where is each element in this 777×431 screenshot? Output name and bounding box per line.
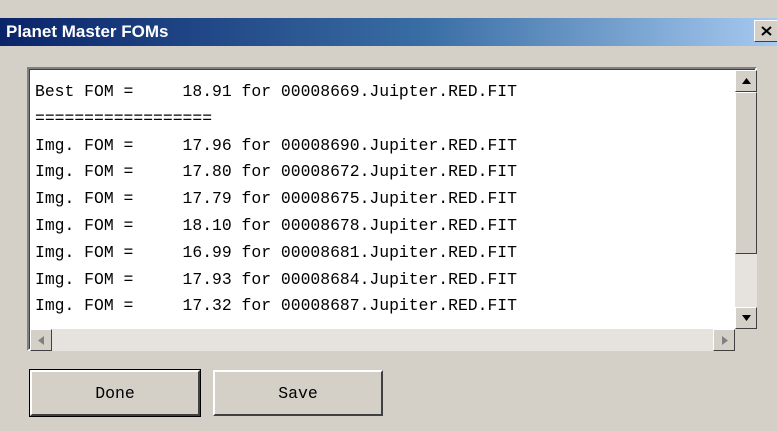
list-item[interactable]: Img. FOM = 17.93 for 00008684.Jupiter.RE… <box>35 267 517 294</box>
list-item[interactable]: Img. FOM = 17.32 for 00008687.Jupiter.RE… <box>35 293 517 320</box>
scroll-up-button[interactable] <box>735 70 757 92</box>
title-bar[interactable]: Planet Master FOMs <box>0 18 777 46</box>
list-item[interactable]: ================== <box>35 106 517 133</box>
arrow-up-icon <box>742 78 751 84</box>
list-item[interactable]: Img. FOM = 17.80 for 00008672.Jupiter.RE… <box>35 159 517 186</box>
fom-lines: Best FOM = 18.91 for 00008669.Juipter.RE… <box>35 79 517 320</box>
scroll-down-button[interactable] <box>735 307 757 329</box>
vertical-scroll-thumb[interactable] <box>735 92 757 254</box>
list-item[interactable]: Img. FOM = 17.79 for 00008675.Jupiter.RE… <box>35 186 517 213</box>
fom-list[interactable]: Best FOM = 18.91 for 00008669.Juipter.RE… <box>27 67 757 351</box>
list-item[interactable]: Img. FOM = 17.96 for 00008690.Jupiter.RE… <box>35 133 517 160</box>
arrow-right-icon <box>722 336 728 345</box>
list-item[interactable]: Img. FOM = 16.99 for 00008681.Jupiter.RE… <box>35 240 517 267</box>
window-title: Planet Master FOMs <box>6 22 169 41</box>
list-item[interactable]: Best FOM = 18.91 for 00008669.Juipter.RE… <box>35 79 517 106</box>
scroll-right-button[interactable] <box>713 329 735 351</box>
close-icon <box>761 26 772 36</box>
save-button[interactable]: Save <box>213 370 383 416</box>
arrow-down-icon <box>742 315 751 321</box>
done-button[interactable]: Done <box>29 369 201 417</box>
horizontal-scrollbar[interactable] <box>30 329 735 351</box>
close-button[interactable] <box>754 20 777 42</box>
scrollbar-corner <box>735 329 757 351</box>
scroll-left-button[interactable] <box>30 329 52 351</box>
arrow-left-icon <box>38 336 44 345</box>
list-item[interactable]: Img. FOM = 18.10 for 00008678.Jupiter.RE… <box>35 213 517 240</box>
vertical-scrollbar[interactable] <box>735 70 757 329</box>
